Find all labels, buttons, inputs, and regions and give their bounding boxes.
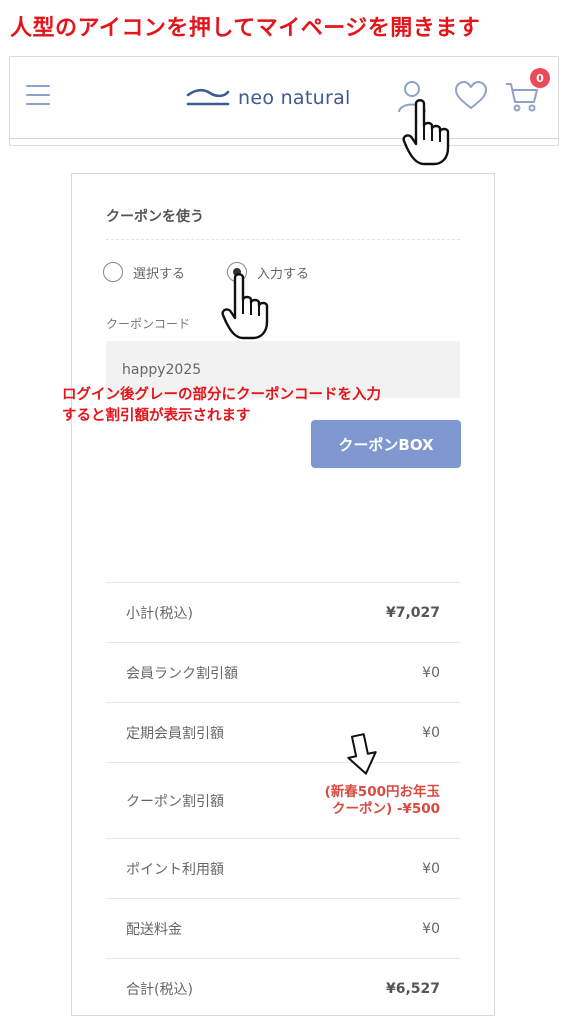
- heart-icon[interactable]: [454, 81, 488, 111]
- coupon-discount-value: (新春500円お年玉 クーポン) -¥500: [325, 784, 440, 816]
- coupon-box-button[interactable]: クーポンBOX: [311, 420, 461, 468]
- instruction-top: 人型のアイコンを押してマイページを開きます: [10, 16, 481, 41]
- summary-row-subscription-discount: 定期会員割引額 ¥0: [106, 703, 460, 763]
- summary-row-points: ポイント利用額 ¥0: [106, 839, 460, 899]
- arrow-down-icon: [347, 733, 377, 775]
- logo-text: neo natural: [238, 87, 351, 109]
- summary-label: クーポン割引額: [126, 793, 224, 810]
- logo-wave-icon: [186, 88, 230, 106]
- summary-value: ¥7,027: [385, 604, 440, 621]
- summary-row-subtotal: 小計(税込) ¥7,027: [106, 583, 460, 643]
- radio-option-select[interactable]: 選択する: [103, 262, 185, 282]
- instruction-middle-line1: ログイン後グレーの部分にクーポンコードを入力: [62, 387, 381, 403]
- summary-value: ¥0: [422, 724, 440, 741]
- coupon-panel: クーポンを使う 選択する 入力する クーポンコード クーポンBOX 小計(税込)…: [71, 173, 495, 1016]
- instruction-middle: ログイン後グレーの部分にクーポンコードを入力 すると割引額が表示されます: [62, 385, 502, 427]
- site-header: neo natural 0: [9, 56, 559, 146]
- section-divider: [106, 239, 460, 240]
- radio-select-label: 選択する: [133, 266, 186, 282]
- summary-label: 会員ランク割引額: [126, 665, 238, 682]
- site-logo[interactable]: neo natural: [186, 83, 351, 113]
- pointing-hand-icon: [221, 273, 269, 340]
- hamburger-menu-icon[interactable]: [26, 85, 50, 107]
- summary-value: ¥0: [422, 920, 440, 937]
- cart-count-badge: 0: [530, 68, 550, 88]
- summary-label: 小計(税込): [126, 605, 193, 622]
- summary-row-shipping: 配送料金 ¥0: [106, 899, 460, 959]
- summary-row-total: 合計(税込) ¥6,527: [106, 959, 460, 1019]
- instruction-middle-line2: すると割引額が表示されます: [62, 408, 251, 425]
- coupon-discount-line2: クーポン) -¥500: [331, 800, 440, 817]
- summary-row-rank-discount: 会員ランク割引額 ¥0: [106, 643, 460, 703]
- order-summary: 小計(税込) ¥7,027 会員ランク割引額 ¥0 定期会員割引額 ¥0 クーポ…: [106, 582, 460, 1019]
- pointing-hand-icon: [402, 99, 450, 166]
- summary-total-value: ¥6,527: [385, 981, 440, 997]
- coupon-discount-line1: (新春500円お年玉: [324, 784, 440, 801]
- summary-label: 配送料金: [126, 921, 182, 938]
- summary-row-coupon-discount: クーポン割引額 (新春500円お年玉 クーポン) -¥500: [106, 763, 460, 839]
- coupon-section-title: クーポンを使う: [106, 209, 204, 225]
- summary-value: ¥0: [422, 860, 440, 877]
- summary-value: ¥0: [422, 664, 440, 681]
- summary-label: 定期会員割引額: [126, 725, 224, 742]
- summary-label: 合計(税込): [126, 982, 193, 998]
- radio-select-circle[interactable]: [103, 262, 123, 282]
- coupon-code-label: クーポンコード: [106, 317, 191, 331]
- summary-label: ポイント利用額: [126, 861, 224, 878]
